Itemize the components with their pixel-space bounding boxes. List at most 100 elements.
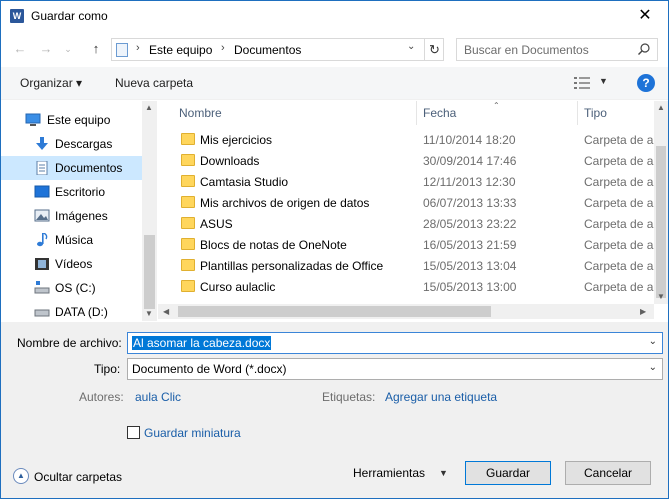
- file-date: 30/09/2014 17:46: [423, 154, 517, 168]
- horizontal-scrollbar-thumb[interactable]: [178, 306, 491, 317]
- pictures-icon: [34, 209, 50, 222]
- breadcrumb-separator: ›: [136, 42, 140, 54]
- nav-item-videos[interactable]: Vídeos: [1, 252, 142, 276]
- tags-label: Etiquetas:: [322, 390, 376, 404]
- nav-item-label: Música: [55, 233, 94, 247]
- table-row[interactable]: ASUS 28/05/2013 23:22 Carpeta de archivo…: [178, 214, 654, 235]
- column-header-type[interactable]: Tipo: [578, 101, 654, 125]
- table-row[interactable]: Mis archivos de origen de datos 06/07/20…: [178, 193, 654, 214]
- file-date: 15/05/2013 13:00: [423, 280, 517, 294]
- vertical-scrollbar-thumb[interactable]: [656, 146, 666, 298]
- nav-scrollbar[interactable]: ▲ ▼: [142, 101, 157, 321]
- file-list-horizontal-scrollbar[interactable]: ◀ ▶: [158, 304, 654, 319]
- drive-icon: [34, 281, 50, 294]
- nav-scrollbar-thumb[interactable]: [144, 235, 155, 309]
- tags-field[interactable]: Agregar una etiqueta: [385, 390, 497, 404]
- view-details-icon[interactable]: [574, 76, 590, 90]
- file-list-vertical-scrollbar[interactable]: ▲ ▼: [654, 101, 668, 304]
- file-type-select[interactable]: Documento de Word (*.docx) ⌄: [127, 358, 663, 380]
- folder-icon: [181, 133, 195, 145]
- scroll-left-icon[interactable]: ◀: [163, 307, 169, 316]
- back-arrow-icon[interactable]: ←: [11, 40, 29, 58]
- file-date: 28/05/2013 23:22: [423, 217, 517, 231]
- nav-item-data-d[interactable]: DATA (D:): [1, 300, 142, 321]
- file-type: Carpeta de archivos: [584, 196, 654, 210]
- scroll-down-icon[interactable]: ▼: [657, 292, 665, 301]
- up-arrow-icon[interactable]: ↑: [87, 40, 105, 58]
- table-row[interactable]: Camtasia Studio 12/11/2013 12:30 Carpeta…: [178, 172, 654, 193]
- chevron-down-icon[interactable]: ⌄: [649, 362, 657, 373]
- nav-item-label: Imágenes: [55, 209, 108, 223]
- address-box[interactable]: › Este equipo › Documentos ⌄ ↻: [111, 38, 444, 61]
- new-folder-button[interactable]: Nueva carpeta: [115, 76, 193, 90]
- file-type: Carpeta de archivos: [584, 238, 654, 252]
- chevron-down-icon[interactable]: ⌄: [407, 41, 415, 52]
- breadcrumb-separator: ›: [221, 42, 225, 54]
- document-icon: [36, 161, 48, 175]
- filename-value: Al asomar la cabeza.docx: [132, 336, 272, 350]
- nav-item-label: Este equipo: [47, 113, 111, 127]
- filename-label: Nombre de archivo:: [17, 336, 122, 350]
- cancel-button[interactable]: Cancelar: [565, 461, 651, 485]
- nav-item-label: DATA (D:): [55, 305, 108, 319]
- table-row[interactable]: Blocs de notas de OneNote 16/05/2013 21:…: [178, 235, 654, 256]
- navigation-pane: Este equipo Descargas Documentos Escrito…: [1, 101, 157, 321]
- nav-item-os-c[interactable]: OS (C:): [1, 276, 142, 300]
- breadcrumb-este-equipo[interactable]: Este equipo: [149, 43, 212, 57]
- save-thumbnail-checkbox[interactable]: [127, 426, 140, 439]
- nav-item-imagenes[interactable]: Imágenes: [1, 204, 142, 228]
- table-row[interactable]: Plantillas personalizadas de Office 15/0…: [178, 256, 654, 277]
- nav-item-label: Descargas: [55, 137, 113, 151]
- view-dropdown-icon[interactable]: ▼: [599, 76, 608, 86]
- file-type: Carpeta de archivos: [584, 280, 654, 294]
- close-button[interactable]: ✕: [625, 4, 665, 28]
- folder-icon: [181, 238, 195, 250]
- address-toolbar: ← → ⌄ ↑ › Este equipo › Documentos ⌄ ↻: [1, 34, 668, 64]
- refresh-icon[interactable]: ↻: [424, 39, 444, 60]
- search-input[interactable]: [457, 39, 633, 60]
- scroll-down-icon[interactable]: ▼: [145, 309, 153, 318]
- forward-arrow-icon[interactable]: →: [37, 40, 55, 58]
- type-label: Tipo:: [94, 362, 121, 376]
- nav-item-documentos[interactable]: Documentos: [1, 156, 142, 180]
- file-name: ASUS: [200, 217, 233, 231]
- filename-field[interactable]: Al asomar la cabeza.docx ⌄: [127, 332, 663, 354]
- breadcrumb-documentos[interactable]: Documentos: [234, 43, 301, 57]
- file-list: Nombre Fecha ⌃ Tipo Mis ejercicios 11/10…: [158, 101, 668, 321]
- file-date: 15/05/2013 13:04: [423, 259, 517, 273]
- save-button[interactable]: Guardar: [465, 461, 551, 485]
- authors-label: Autores:: [79, 390, 124, 404]
- file-name: Downloads: [200, 154, 260, 168]
- table-row[interactable]: Downloads 30/09/2014 17:46 Carpeta de ar…: [178, 151, 654, 172]
- save-thumbnail-label[interactable]: Guardar miniatura: [144, 426, 241, 440]
- scroll-up-icon[interactable]: ▲: [657, 103, 665, 112]
- tools-dropdown-icon[interactable]: ▼: [439, 468, 448, 478]
- tools-button[interactable]: Herramientas: [353, 466, 425, 480]
- folder-icon: [181, 280, 195, 292]
- nav-item-descargas[interactable]: Descargas: [1, 132, 142, 156]
- file-type: Carpeta de archivos: [584, 154, 654, 168]
- file-type: Carpeta de archivos: [584, 217, 654, 231]
- nav-item-este-equipo[interactable]: Este equipo: [1, 108, 142, 132]
- recent-dropdown-icon[interactable]: ⌄: [59, 40, 77, 58]
- column-header-name[interactable]: Nombre: [173, 101, 416, 125]
- authors-field[interactable]: aula Clic: [135, 390, 181, 404]
- scroll-up-icon[interactable]: ▲: [145, 103, 153, 112]
- file-type: Carpeta de archivos: [584, 259, 654, 273]
- scroll-right-icon[interactable]: ▶: [640, 307, 646, 316]
- table-row[interactable]: Mis ejercicios 11/10/2014 18:20 Carpeta …: [178, 130, 654, 151]
- nav-item-escritorio[interactable]: Escritorio: [1, 180, 142, 204]
- chevron-up-icon[interactable]: ▲: [13, 468, 29, 484]
- chevron-down-icon[interactable]: ⌄: [649, 336, 657, 347]
- hide-folders-button[interactable]: Ocultar carpetas: [34, 470, 122, 484]
- nav-item-musica[interactable]: Música: [1, 228, 142, 252]
- help-icon[interactable]: ?: [637, 74, 655, 92]
- search-icon[interactable]: [637, 42, 651, 56]
- table-row[interactable]: Curso aulaclic 15/05/2013 13:00 Carpeta …: [178, 277, 654, 298]
- music-icon: [37, 233, 48, 247]
- computer-icon: [25, 113, 41, 126]
- file-date: 12/11/2013 12:30: [423, 175, 516, 189]
- organize-button[interactable]: Organizar ▾: [20, 76, 82, 90]
- title-bar: W Guardar como ✕: [1, 1, 668, 32]
- file-type: Carpeta de archivos: [584, 175, 654, 189]
